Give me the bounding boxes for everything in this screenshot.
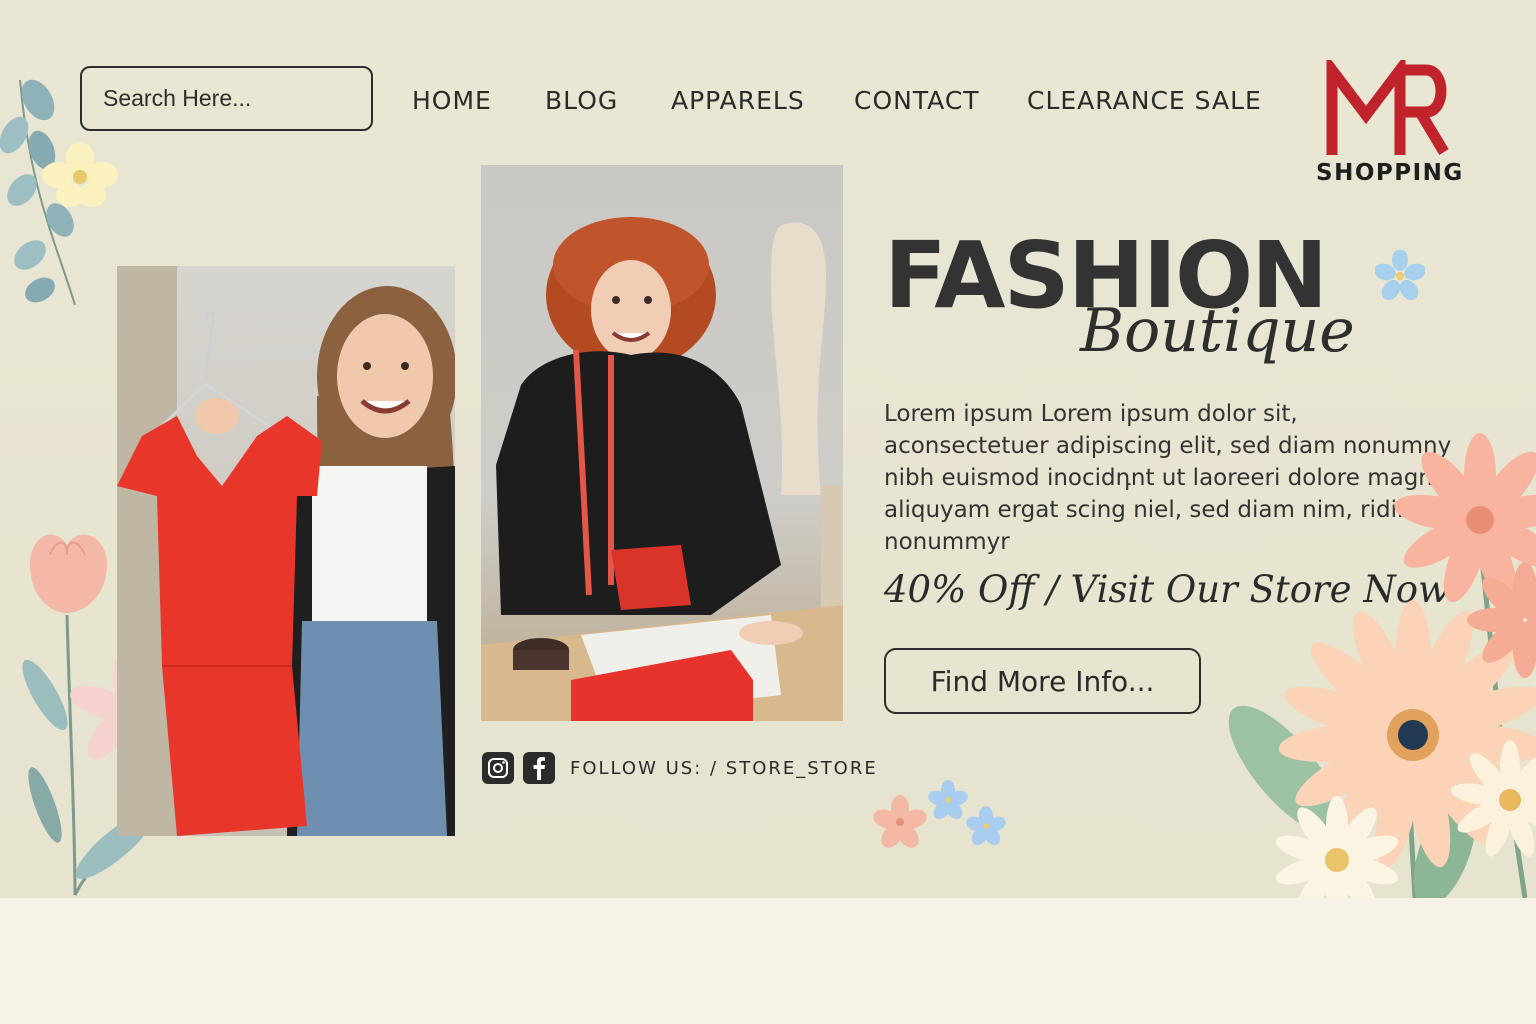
nav-home[interactable]: HOME [412, 86, 492, 115]
gerbera-flowers-icon [1228, 433, 1536, 898]
hero-subtitle: Boutique [1080, 296, 1355, 366]
flower-icon [42, 142, 118, 207]
nav-apparels[interactable]: APPARELS [671, 86, 805, 115]
tailor-woman-photo [481, 165, 843, 721]
small-flower-icon [1375, 250, 1425, 300]
nav-contact[interactable]: CONTACT [854, 86, 980, 115]
search-input[interactable] [80, 66, 373, 131]
nav-clearance-sale[interactable]: CLEARANCE SALE [1027, 86, 1262, 115]
follow-us-text: FOLLOW US: / STORE_STORE [570, 758, 878, 779]
instagram-icon[interactable] [482, 752, 514, 784]
logo-text: SHOPPING [1316, 160, 1464, 186]
find-more-info-button[interactable]: Find More Info... [884, 648, 1201, 714]
page-footer-area [0, 898, 1536, 1024]
small-flowers-cluster-icon [873, 780, 1006, 848]
nav-blog[interactable]: BLOG [545, 86, 618, 115]
hero-banner: HOME BLOG APPARELS CONTACT CLEARANCE SAL… [0, 0, 1536, 898]
facebook-icon[interactable] [523, 752, 555, 784]
woman-holding-dress-photo [117, 266, 455, 836]
